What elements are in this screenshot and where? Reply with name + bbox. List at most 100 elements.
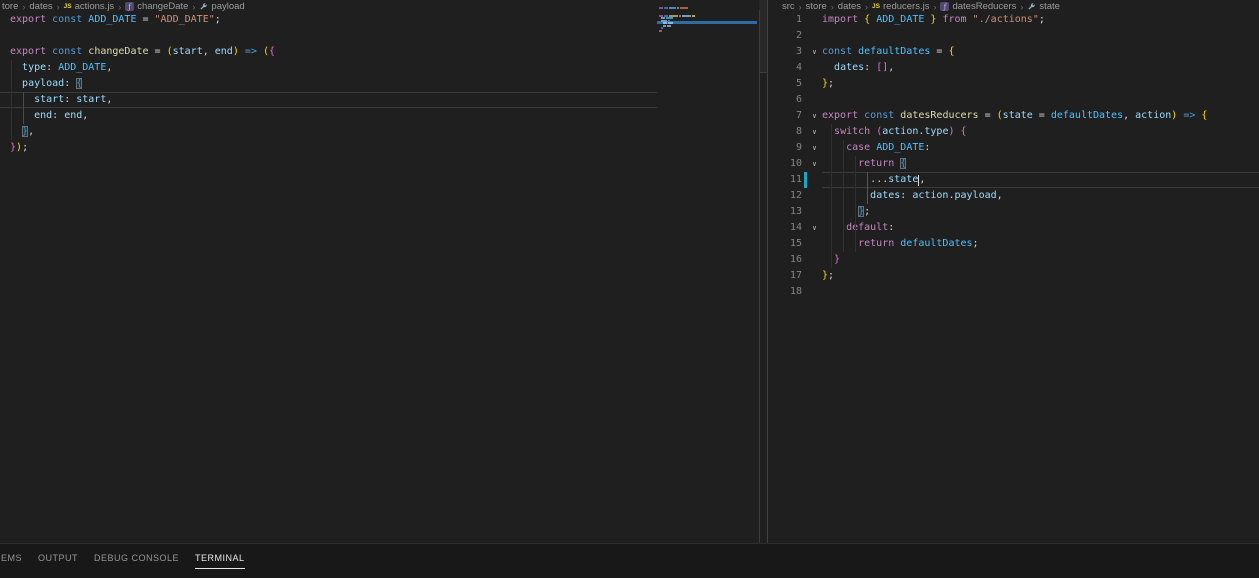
fold-chevron-icon[interactable]: ∨ (807, 156, 822, 172)
code-text[interactable]: return { (822, 156, 1259, 172)
code-line[interactable]: 9 ∨ case ADD_DATE: (768, 140, 1259, 156)
breadcrumb-item[interactable]: dates (838, 1, 861, 12)
code-line[interactable]: 4 dates: [], (768, 60, 1259, 76)
breadcrumb-item[interactable]: store (806, 1, 827, 12)
minimap[interactable] (657, 5, 757, 125)
fold-chevron-icon[interactable]: ∨ (807, 220, 822, 236)
panel-tab-ems[interactable]: EMS (1, 553, 22, 569)
code-text[interactable] (822, 28, 1259, 44)
code-text[interactable]: }; (822, 268, 1259, 284)
breadcrumb-item[interactable]: ƒ changeDate (125, 1, 188, 12)
code-text[interactable]: }; (822, 76, 1259, 92)
line-number[interactable]: 11 (768, 172, 802, 188)
fold-chevron-icon[interactable] (807, 28, 822, 44)
panel-tab-debug-console[interactable]: DEBUG CONSOLE (94, 553, 179, 569)
code-line[interactable]: end: end, (0, 108, 657, 124)
code-text[interactable]: export const datesReducers = (state = de… (822, 108, 1259, 124)
code-line[interactable]: 2 (768, 28, 1259, 44)
breadcrumb-item[interactable]: ƒ datesReducers (940, 1, 1016, 12)
code-line[interactable]: 18 (768, 284, 1259, 300)
fold-chevron-icon[interactable]: ∨ (807, 124, 822, 140)
line-number[interactable]: 2 (768, 28, 802, 44)
code-line[interactable]: payload: { (0, 76, 657, 92)
code-text[interactable]: } (822, 252, 1259, 268)
line-number[interactable]: 17 (768, 268, 802, 284)
line-number[interactable]: 6 (768, 92, 802, 108)
code-line[interactable]: 1 import { ADD_DATE } from "./actions"; (768, 12, 1259, 28)
code-line[interactable] (0, 28, 657, 44)
line-number[interactable]: 14 (768, 220, 802, 236)
code-text[interactable]: const defaultDates = { (822, 44, 1259, 60)
code-line[interactable]: 15 return defaultDates; (768, 236, 1259, 252)
line-number[interactable]: 9 (768, 140, 802, 156)
code-line[interactable]: type: ADD_DATE, (0, 60, 657, 76)
fold-chevron-icon[interactable]: ∨ (807, 44, 822, 60)
line-number[interactable]: 13 (768, 204, 802, 220)
fold-chevron-icon[interactable] (807, 188, 822, 204)
fold-chevron-icon[interactable] (807, 12, 822, 28)
panel-tab-output[interactable]: OUTPUT (38, 553, 78, 569)
breadcrumb-item[interactable]: state (1027, 1, 1060, 12)
code-line[interactable]: 14 ∨ default: (768, 220, 1259, 236)
code-line[interactable]: 8 ∨ switch (action.type) { (768, 124, 1259, 140)
fold-chevron-icon[interactable] (807, 252, 822, 268)
editor-left-pane[interactable]: export const ADD_DATE = "ADD_DATE";expor… (0, 12, 657, 156)
line-number[interactable]: 4 (768, 60, 802, 76)
breadcrumb-item[interactable]: JS reducers.js (872, 1, 929, 12)
code-line[interactable]: }); (0, 140, 657, 156)
fold-chevron-icon[interactable] (807, 268, 822, 284)
code-line[interactable]: 3 ∨ const defaultDates = { (768, 44, 1259, 60)
line-number[interactable]: 15 (768, 236, 802, 252)
panel-tab-terminal[interactable]: TERMINAL (195, 553, 245, 569)
code-line[interactable]: 6 (768, 92, 1259, 108)
code-line[interactable]: 12 dates: action.payload, (768, 188, 1259, 204)
breadcrumb-item[interactable]: src (782, 1, 795, 12)
code-text[interactable]: }; (822, 204, 1259, 220)
breadcrumb-item[interactable]: JS actions.js (64, 1, 115, 12)
fold-chevron-icon[interactable] (807, 60, 822, 76)
line-number[interactable]: 1 (768, 12, 802, 28)
code-line[interactable]: export const changeDate = (start, end) =… (0, 44, 657, 60)
fold-chevron-icon[interactable] (807, 284, 822, 300)
code-line[interactable]: 5}; (768, 76, 1259, 92)
code-line[interactable]: }, (0, 124, 657, 140)
fold-chevron-icon[interactable] (807, 236, 822, 252)
fold-chevron-icon[interactable] (807, 204, 822, 220)
editor-right-pane[interactable]: 1 import { ADD_DATE } from "./actions"; 2 3… (768, 12, 1259, 300)
line-number[interactable]: 7 (768, 108, 802, 124)
line-number[interactable]: 12 (768, 188, 802, 204)
code-text[interactable]: switch (action.type) { (822, 124, 1259, 140)
line-number[interactable]: 16 (768, 252, 802, 268)
code-text[interactable]: dates: [], (822, 60, 1259, 76)
line-number[interactable]: 10 (768, 156, 802, 172)
code-text[interactable] (822, 284, 1259, 300)
code-text[interactable]: return defaultDates; (822, 236, 1259, 252)
code-line[interactable]: 17}; (768, 268, 1259, 284)
line-number[interactable]: 5 (768, 76, 802, 92)
line-number[interactable]: 3 (768, 44, 802, 60)
breadcrumb-item[interactable]: payload (199, 1, 245, 12)
line-number[interactable]: 18 (768, 284, 802, 300)
fold-chevron-icon[interactable]: ∨ (807, 108, 822, 124)
code-text[interactable]: import { ADD_DATE } from "./actions"; (822, 12, 1259, 28)
code-text[interactable] (822, 92, 1259, 108)
code-line[interactable]: 13 }; (768, 204, 1259, 220)
fold-chevron-icon[interactable] (807, 92, 822, 108)
breadcrumb-item[interactable]: tore (2, 1, 18, 12)
code-line[interactable]: 16 } (768, 252, 1259, 268)
code-text[interactable]: dates: action.payload, (822, 188, 1259, 204)
code-text[interactable]: ...state, (822, 172, 1259, 188)
code-text[interactable]: case ADD_DATE: (822, 140, 1259, 156)
code-line[interactable]: 7 ∨ export const datesReducers = (state = … (768, 108, 1259, 124)
fold-chevron-icon[interactable]: ∨ (807, 140, 822, 156)
fold-chevron-icon[interactable] (807, 172, 822, 188)
breadcrumb-item[interactable]: dates (29, 1, 52, 12)
code-line[interactable]: export const ADD_DATE = "ADD_DATE"; (0, 12, 657, 28)
line-number[interactable]: 8 (768, 124, 802, 140)
code-text[interactable]: default: (822, 220, 1259, 236)
code-line[interactable]: 11 ...state, (768, 172, 1259, 188)
fold-chevron-icon[interactable] (807, 76, 822, 92)
editor-split-divider[interactable] (767, 0, 768, 543)
code-line[interactable]: start: start, (0, 92, 657, 108)
code-line[interactable]: 10 ∨ return { (768, 156, 1259, 172)
